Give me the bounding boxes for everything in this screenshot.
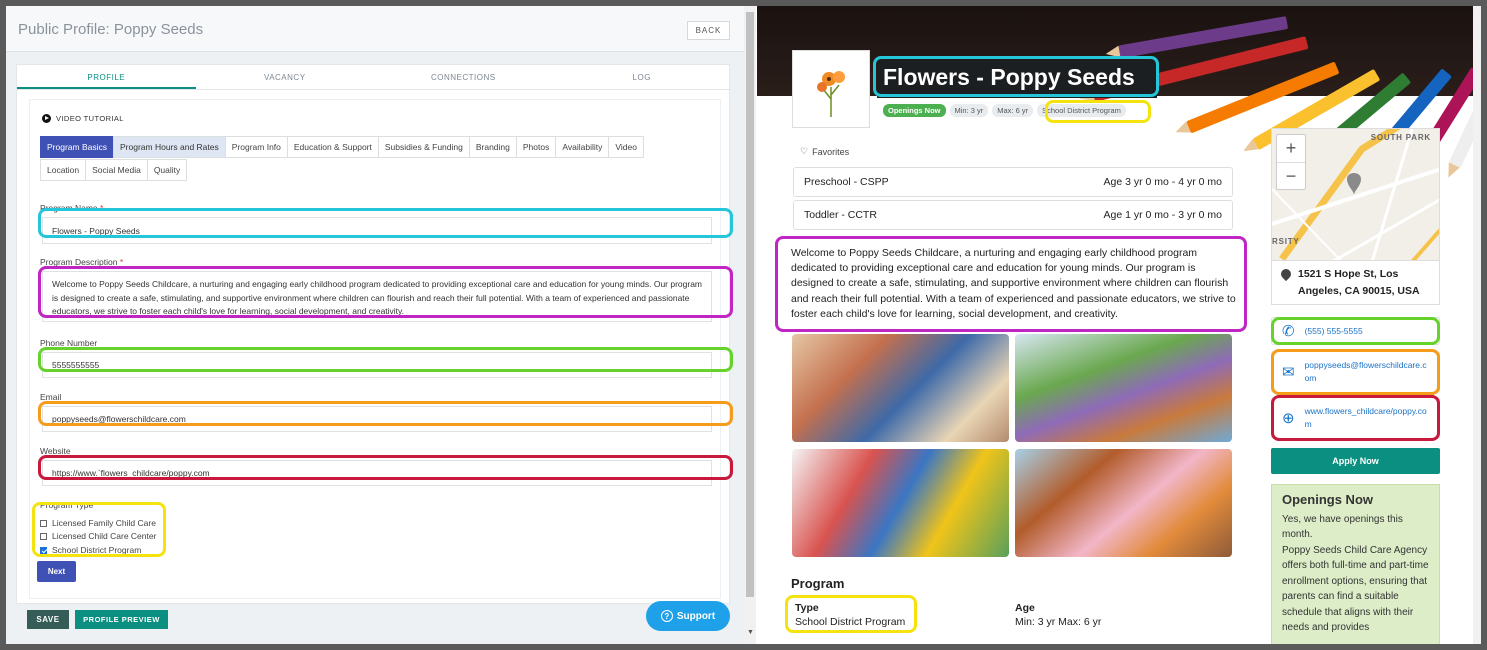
program-type-field: Type School District Program	[795, 602, 906, 628]
max-age-chip: Max: 6 yr	[992, 104, 1034, 117]
address-block: 1521 S Hope St, Los Angeles, CA 90015, U…	[1271, 261, 1440, 305]
zoom-out-icon[interactable]: −	[1277, 163, 1305, 191]
program-name-label: Program Name *	[40, 203, 104, 213]
subtab-education-support[interactable]: Education & Support	[286, 136, 379, 158]
program-name-input[interactable]: Flowers - Poppy Seeds	[42, 217, 712, 244]
program-photo[interactable]	[792, 449, 1009, 557]
editor-header: Public Profile: Poppy Seeds BACK	[6, 6, 744, 52]
program-type-option[interactable]: Licensed Child Care Center	[40, 531, 156, 541]
email-contact[interactable]: ✉ poppyseeds@flowerschildcare.com	[1271, 351, 1440, 393]
openings-text: Yes, we have openings this month.	[1282, 513, 1403, 541]
help-icon: ?	[660, 610, 673, 622]
program-description-textarea[interactable]: Welcome to Poppy Seeds Childcare, a nurt…	[42, 271, 712, 322]
subtab-location[interactable]: Location	[40, 159, 87, 181]
subtab-program-info[interactable]: Program Info	[224, 136, 288, 158]
program-photo[interactable]	[792, 334, 1009, 442]
openings-chip: Openings Now	[883, 104, 946, 117]
website-label: Website	[40, 446, 71, 456]
phone-icon: ✆	[1282, 322, 1295, 340]
scrollbar-thumb[interactable]	[746, 12, 754, 597]
play-icon	[42, 114, 51, 123]
support-button[interactable]: ? Support	[646, 601, 730, 631]
globe-icon: ⊕	[1282, 409, 1295, 427]
editor-scrollbar[interactable]: ▼	[744, 6, 756, 644]
program-logo	[792, 50, 870, 128]
min-age-chip: Min: 3 yr	[949, 104, 989, 117]
checkbox[interactable]	[40, 519, 47, 527]
video-tutorial-link[interactable]: VIDEO TUTORIAL	[42, 114, 124, 123]
program-photo[interactable]	[1015, 334, 1232, 442]
program-description: Welcome to Poppy Seeds Childcare, a nurt…	[791, 247, 1236, 320]
phone-input[interactable]: 5555555555	[42, 352, 712, 378]
subtab-subsidies-funding[interactable]: Subsidies & Funding	[377, 136, 470, 158]
location-pin-icon	[1278, 266, 1294, 282]
apply-now-button[interactable]: Apply Now	[1271, 448, 1440, 474]
save-button[interactable]: SAVE	[27, 610, 69, 629]
subtab-availability[interactable]: Availability	[555, 136, 610, 158]
chip-row: Openings Now Min: 3 yr Max: 6 yr School …	[883, 104, 1126, 117]
map-label: SOUTH PARK	[1370, 133, 1431, 142]
video-tutorial-label: VIDEO TUTORIAL	[56, 114, 124, 123]
program-title: Flowers - Poppy Seeds	[877, 56, 1157, 98]
tab-profile[interactable]: PROFILE	[17, 65, 196, 89]
screenshot-frame: Public Profile: Poppy Seeds BACK PROFILE…	[6, 6, 1481, 644]
checkbox-checked[interactable]	[40, 546, 47, 554]
heart-icon: ♡	[800, 146, 809, 156]
openings-panel: Openings Now Yes, we have openings this …	[1271, 484, 1440, 644]
map-zoom-control: + −	[1276, 134, 1306, 190]
profile-preview: Flowers - Poppy Seeds Openings Now Min: …	[757, 6, 1481, 644]
location-map[interactable]: SOUTH PARK RSITY + −	[1271, 128, 1440, 261]
main-tabs: PROFILE VACANCY CONNECTIONS LOG	[17, 65, 731, 90]
scroll-down-arrow-icon[interactable]: ▼	[747, 629, 754, 636]
subtab-branding[interactable]: Branding	[468, 136, 517, 158]
age-group-row: Preschool - CSPP Age 3 yr 0 mo - 4 yr 0 …	[793, 167, 1233, 197]
program-description-label: Program Description *	[40, 257, 124, 267]
tab-vacancy[interactable]: VACANCY	[196, 65, 375, 89]
form-panel: VIDEO TUTORIAL Program Basics Program Ho…	[29, 99, 721, 599]
phone-contact[interactable]: ✆ (555) 555-5555	[1271, 317, 1440, 345]
tab-log[interactable]: LOG	[553, 65, 732, 89]
email-label: Email	[40, 392, 62, 402]
profile-editor: Public Profile: Poppy Seeds BACK PROFILE…	[6, 6, 744, 644]
subtab-program-hours[interactable]: Program Hours and Rates	[113, 136, 226, 158]
zoom-in-icon[interactable]: +	[1277, 135, 1305, 163]
email-input[interactable]: poppyseeds@flowerschildcare.com	[42, 406, 712, 432]
program-age-field: Age Min: 3 yr Max: 6 yr	[1015, 602, 1102, 628]
next-button[interactable]: Next	[37, 561, 76, 582]
poppy-flower-icon	[817, 71, 845, 117]
website-input[interactable]: https://www.`flowers_childcare/poppy.com	[42, 460, 712, 486]
subtab-program-basics[interactable]: Program Basics	[40, 136, 114, 158]
back-button[interactable]: BACK	[687, 21, 730, 40]
profile-preview-button[interactable]: PROFILE PREVIEW	[75, 610, 168, 629]
map-label: RSITY	[1272, 237, 1300, 246]
checkbox[interactable]	[40, 532, 47, 540]
subtab-photos[interactable]: Photos	[515, 136, 557, 158]
tab-connections[interactable]: CONNECTIONS	[374, 65, 553, 89]
subtab-quality[interactable]: Quality	[146, 159, 188, 181]
program-type-label: Program Type *	[40, 500, 99, 510]
program-section-heading: Program	[791, 576, 845, 591]
program-type-chip: School District Program	[1037, 104, 1126, 117]
phone-label: Phone Number	[40, 338, 98, 348]
preview-scrollbar[interactable]	[1473, 6, 1481, 644]
subtab-social-media[interactable]: Social Media	[85, 159, 148, 181]
page-title: Public Profile: Poppy Seeds	[18, 21, 204, 38]
openings-title: Openings Now	[1282, 492, 1373, 507]
program-type-option[interactable]: Licensed Family Child Care	[40, 518, 156, 528]
favorites-button[interactable]: ♡ Favorites	[800, 146, 849, 157]
age-group-row: Toddler - CCTR Age 1 yr 0 mo - 3 yr 0 mo	[793, 200, 1233, 230]
mail-icon: ✉	[1282, 363, 1295, 381]
website-contact[interactable]: ⊕ www.flowers_childcare/poppy.com	[1271, 397, 1440, 439]
subtab-video[interactable]: Video	[608, 136, 644, 158]
openings-text-detail: Poppy Seeds Child Care Agency offers bot…	[1282, 544, 1429, 634]
editor-card: PROFILE VACANCY CONNECTIONS LOG VIDEO TU…	[16, 64, 731, 604]
program-type-option[interactable]: School District Program	[40, 545, 141, 555]
section-tabs: Program Basics Program Hours and Rates P…	[40, 136, 700, 182]
program-photo[interactable]	[1015, 449, 1232, 557]
